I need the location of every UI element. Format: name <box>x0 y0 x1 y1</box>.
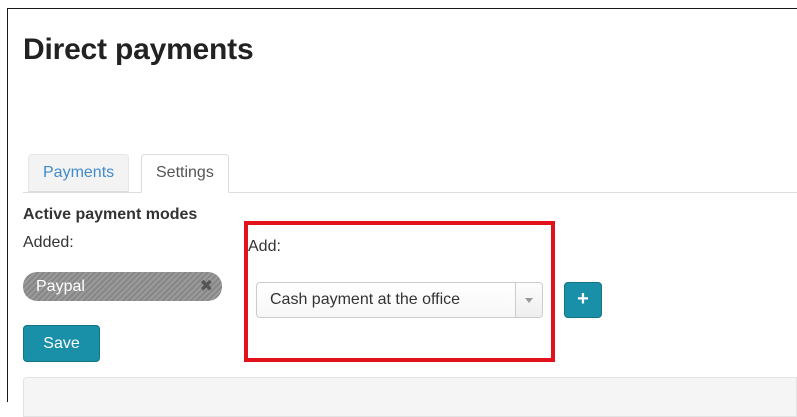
chip-label: Paypal <box>36 278 85 295</box>
bottom-panel <box>23 377 797 417</box>
plus-icon: + <box>577 288 589 310</box>
tab-settings[interactable]: Settings <box>141 154 229 193</box>
close-icon[interactable]: ✖ <box>200 272 213 301</box>
section-heading: Active payment modes <box>23 206 198 223</box>
highlight-annotation <box>244 221 555 362</box>
page-title: Direct payments <box>23 33 254 66</box>
added-payment-chip: Paypal ✖ <box>23 272 222 301</box>
save-button[interactable]: Save <box>23 325 100 362</box>
tab-bar: Payments Settings <box>23 144 797 193</box>
add-payment-button[interactable]: + <box>564 282 602 318</box>
page-frame: Direct payments Payments Settings Active… <box>7 8 797 417</box>
added-label: Added: <box>23 234 74 251</box>
tab-payments[interactable]: Payments <box>28 154 130 192</box>
